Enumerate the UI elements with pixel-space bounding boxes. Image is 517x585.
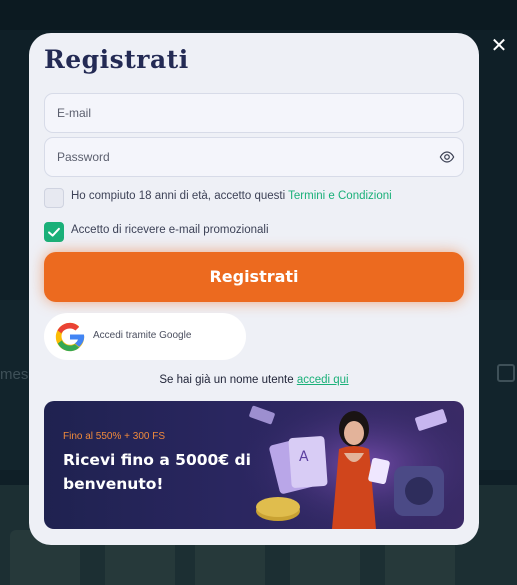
terms-link[interactable]: Termini e Condizioni [288, 190, 392, 202]
background-text: mes [0, 366, 29, 383]
promo-optin-row: Accetto di ricevere e-mail promozionali [44, 222, 464, 242]
promo-optin-checkbox[interactable] [44, 222, 64, 242]
age-consent-row: Ho compiuto 18 anni di età, accetto ques… [44, 188, 464, 208]
close-icon[interactable]: ✕ [488, 34, 510, 56]
casino-hostess-image: A [244, 401, 464, 529]
login-prompt-text: Se hai già un nome utente [159, 374, 297, 386]
modal-title: Registrati [44, 45, 189, 74]
svg-text:A: A [299, 449, 309, 465]
email-field[interactable] [44, 93, 464, 133]
promo-optin-label: Accetto di ricevere e-mail promozionali [71, 224, 269, 236]
age-consent-text: Ho compiuto 18 anni di età, accetto ques… [71, 190, 289, 202]
google-login-label: Accedi tramite Google [93, 330, 192, 341]
eye-icon[interactable] [439, 149, 455, 165]
login-link[interactable]: accedi qui [297, 374, 349, 386]
bonus-subtitle: Fino al 550% + 300 FS [63, 431, 166, 442]
background-header [0, 0, 517, 30]
google-icon [55, 322, 85, 352]
background-expand-icon [497, 364, 515, 382]
bonus-headline: Ricevi fino a 5000€ di benvenuto! [63, 451, 251, 493]
check-icon [48, 227, 60, 237]
login-prompt: Se hai già un nome utente accedi qui [29, 374, 479, 386]
age-consent-label: Ho compiuto 18 anni di età, accetto ques… [71, 190, 392, 202]
google-login-button[interactable]: Accedi tramite Google [44, 313, 246, 360]
password-field[interactable] [44, 137, 464, 177]
welcome-bonus-banner[interactable]: A Fino al 550% + 300 FS Ricevi fino a 50… [44, 401, 464, 529]
email-input[interactable] [45, 94, 463, 132]
age-consent-checkbox[interactable] [44, 188, 64, 208]
register-button[interactable]: Registrati [44, 252, 464, 302]
registration-modal: Registrati Ho compiuto 18 anni di età, a… [29, 33, 479, 545]
password-input[interactable] [45, 138, 463, 176]
